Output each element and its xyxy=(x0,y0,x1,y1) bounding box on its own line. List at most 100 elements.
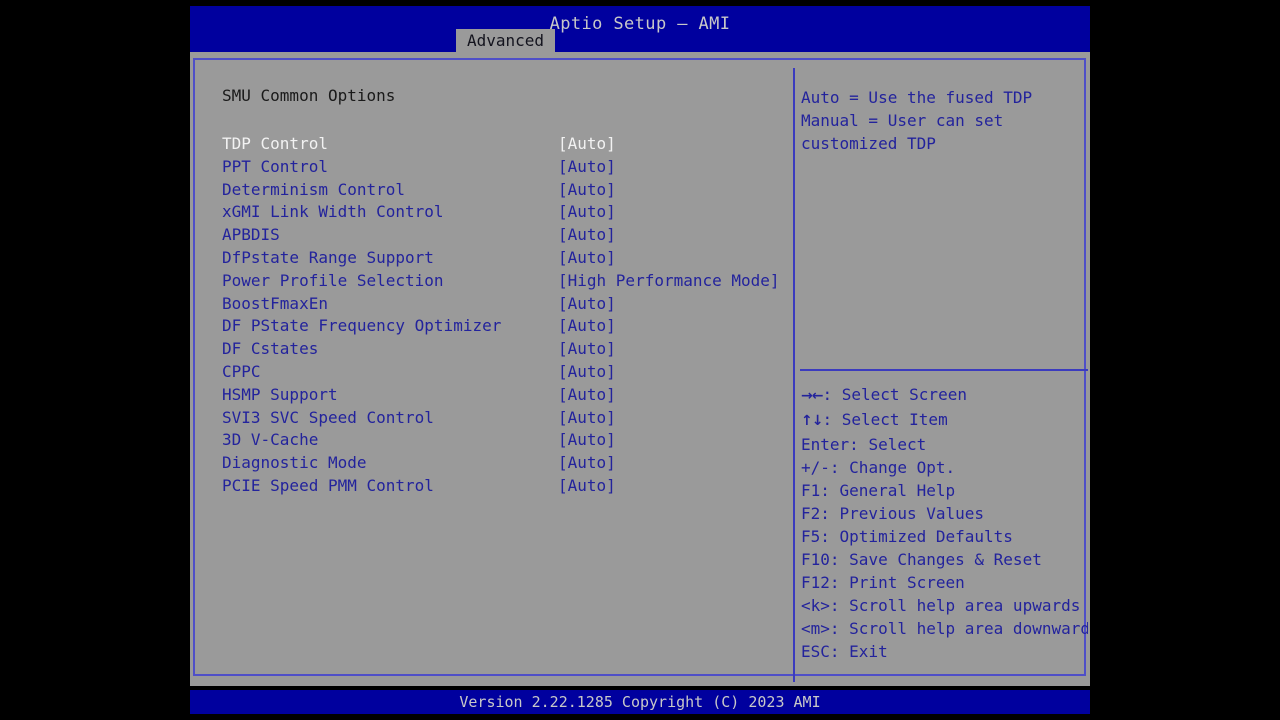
legend-line: F10: Save Changes & Reset xyxy=(801,548,1087,571)
body-frame: SMU Common Options TDP Control [Auto] PPT … xyxy=(190,52,1090,686)
legend-key: F5 xyxy=(801,527,821,546)
legend-line: F1: General Help xyxy=(801,479,1087,502)
legend-key: +/- xyxy=(801,458,830,477)
option-row[interactable]: PPT Control [Auto] xyxy=(200,156,792,179)
option-value[interactable]: [Auto] xyxy=(558,407,616,430)
option-value[interactable]: [Auto] xyxy=(558,179,616,202)
option-value[interactable]: [Auto] xyxy=(558,452,616,475)
option-value[interactable]: [Auto] xyxy=(558,361,616,384)
legend-line: F5: Optimized Defaults xyxy=(801,525,1087,548)
arrow-key-icon: →← xyxy=(801,388,823,404)
legend-text: : Select xyxy=(849,435,927,454)
version-text: Version 2.22.1285 Copyright (C) 2023 AMI xyxy=(459,693,821,711)
bios-setup-screen: Aptio Setup – AMI Advanced SMU Common Op… xyxy=(190,0,1090,720)
tab-strip: Advanced xyxy=(190,29,1090,52)
help-separator xyxy=(800,369,1088,371)
option-row[interactable]: SVI3 SVC Speed Control [Auto] xyxy=(200,407,792,430)
option-label: DfPstate Range Support xyxy=(222,247,434,267)
option-value[interactable]: [High Performance Mode] xyxy=(558,270,780,293)
option-row[interactable]: DF PState Frequency Optimizer [Auto] xyxy=(200,315,792,338)
legend-line: <k>: Scroll help area upwards xyxy=(801,594,1087,617)
legend-line: +/-: Change Opt. xyxy=(801,456,1087,479)
option-row[interactable]: HSMP Support [Auto] xyxy=(200,384,792,407)
option-value[interactable]: [Auto] xyxy=(558,201,616,224)
option-row[interactable]: Power Profile Selection [High Performance… xyxy=(200,270,792,293)
legend-text: : Scroll help area upwards xyxy=(829,596,1081,615)
tab-advanced[interactable]: Advanced xyxy=(456,29,556,52)
legend-text: : General Help xyxy=(820,481,956,500)
legend-text: : Select Screen xyxy=(822,385,967,404)
legend-line: →←: Select Screen xyxy=(801,383,1087,408)
legend-key: F12 xyxy=(801,573,830,592)
help-pane: Auto = Use the fused TDP Manual = User ca… xyxy=(797,68,1088,682)
arrow-key-icon: ↑↓ xyxy=(801,413,823,429)
section-heading: SMU Common Options xyxy=(222,86,396,105)
legend-key: F1 xyxy=(801,481,821,500)
legend-line: <m>: Scroll help area downwards xyxy=(801,617,1088,640)
option-label: PPT Control xyxy=(222,156,328,176)
option-label: CPPC xyxy=(222,361,261,381)
option-label: HSMP Support xyxy=(222,384,338,404)
option-label: BoostFmaxEn xyxy=(222,293,328,313)
option-list: TDP Control [Auto] PPT Control [Auto] Determ… xyxy=(200,133,792,498)
legend-text: : Scroll help area downwards xyxy=(829,619,1088,638)
option-label: APBDIS xyxy=(222,225,280,245)
option-row[interactable]: APBDIS [Auto] xyxy=(200,224,792,247)
option-value[interactable]: [Auto] xyxy=(558,338,616,361)
option-row[interactable]: 3D V-Cache [Auto] xyxy=(200,429,792,452)
option-row[interactable]: DfPstate Range Support [Auto] xyxy=(200,247,792,270)
option-value[interactable]: [Auto] xyxy=(558,247,616,270)
key-legend: →←: Select Screen ↑↓: Select Item Enter: S… xyxy=(801,383,1088,663)
legend-key: Enter xyxy=(801,435,850,454)
legend-line: F12: Print Screen xyxy=(801,571,1087,594)
option-value[interactable]: [Auto] xyxy=(558,475,616,498)
legend-text: : Exit xyxy=(829,642,888,661)
legend-text: : Previous Values xyxy=(820,504,985,523)
pane-divider xyxy=(793,68,795,682)
option-label: Power Profile Selection xyxy=(222,270,444,290)
option-row[interactable]: Diagnostic Mode [Auto] xyxy=(200,452,792,475)
option-label: Diagnostic Mode xyxy=(222,453,367,473)
option-label: 3D V-Cache xyxy=(222,430,319,450)
option-row[interactable]: DF Cstates [Auto] xyxy=(200,338,792,361)
footer-bar: Version 2.22.1285 Copyright (C) 2023 AMI xyxy=(190,690,1090,714)
option-value[interactable]: [Auto] xyxy=(558,224,616,247)
legend-key: F2 xyxy=(801,504,821,523)
legend-text: : Print Screen xyxy=(829,573,965,592)
help-line: Auto = Use the fused TDP xyxy=(801,88,1033,107)
help-line: Manual = User can set xyxy=(801,111,1004,130)
option-row[interactable]: PCIE Speed PMM Control [Auto] xyxy=(200,475,792,498)
option-label: DF PState Frequency Optimizer xyxy=(222,316,502,336)
legend-key: <m> xyxy=(801,619,830,638)
option-row[interactable]: Determinism Control [Auto] xyxy=(200,179,792,202)
option-label: Determinism Control xyxy=(222,179,406,199)
option-value[interactable]: [Auto] xyxy=(558,429,616,452)
option-label: DF Cstates xyxy=(222,339,319,359)
option-label: PCIE Speed PMM Control xyxy=(222,475,434,495)
legend-text: : Save Changes & Reset xyxy=(829,550,1042,569)
legend-line: ESC: Exit xyxy=(801,640,1087,663)
legend-text: : Optimized Defaults xyxy=(820,527,1013,546)
option-value[interactable]: [Auto] xyxy=(558,133,616,156)
legend-text: : Select Item xyxy=(822,410,948,429)
legend-line: ↑↓: Select Item xyxy=(801,408,1087,433)
option-row[interactable]: TDP Control [Auto] xyxy=(200,133,792,156)
option-value[interactable]: [Auto] xyxy=(558,315,616,338)
option-row[interactable]: xGMI Link Width Control [Auto] xyxy=(200,201,792,224)
settings-pane: SMU Common Options TDP Control [Auto] PPT … xyxy=(200,68,792,682)
help-line: customized TDP xyxy=(801,134,936,153)
legend-key: F10 xyxy=(801,550,830,569)
option-value[interactable]: [Auto] xyxy=(558,293,616,316)
content-panel: SMU Common Options TDP Control [Auto] PPT … xyxy=(193,58,1088,682)
option-label: xGMI Link Width Control xyxy=(222,202,444,222)
option-value[interactable]: [Auto] xyxy=(558,156,616,179)
legend-text: : Change Opt. xyxy=(829,458,956,477)
option-value[interactable]: [Auto] xyxy=(558,384,616,407)
legend-key: <k> xyxy=(801,596,830,615)
legend-line: F2: Previous Values xyxy=(801,502,1087,525)
option-label: SVI3 SVC Speed Control xyxy=(222,407,434,427)
option-row[interactable]: CPPC [Auto] xyxy=(200,361,792,384)
option-row[interactable]: BoostFmaxEn [Auto] xyxy=(200,293,792,316)
legend-key: ESC xyxy=(801,642,830,661)
help-description: Auto = Use the fused TDP Manual = User ca… xyxy=(801,86,1087,155)
